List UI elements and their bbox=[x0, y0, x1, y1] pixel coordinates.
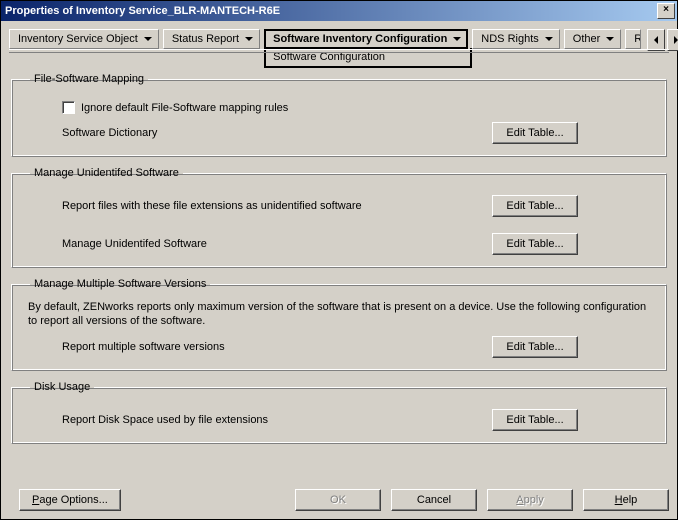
tab-scroll-left[interactable] bbox=[647, 29, 665, 51]
versions-description: By default, ZENworks reports only maximu… bbox=[28, 300, 652, 328]
footer-buttons: Page Options... OK Cancel Apply Help bbox=[9, 489, 669, 511]
row-report-multiple: Report multiple software versions Edit T… bbox=[62, 336, 656, 358]
report-disk-label: Report Disk Space used by file extension… bbox=[62, 414, 268, 426]
tab-underline bbox=[9, 49, 669, 53]
tab-label: Status Report bbox=[172, 33, 239, 45]
edit-table-button[interactable]: Edit Table... bbox=[492, 195, 578, 217]
close-button[interactable]: × bbox=[657, 3, 675, 19]
row-report-files: Report files with these file extensions … bbox=[62, 195, 656, 217]
row-ignore-default: Ignore default File-Software mapping rul… bbox=[62, 101, 656, 114]
page-options-button[interactable]: Page Options... bbox=[19, 489, 121, 511]
group-disk-usage: Disk Usage Report Disk Space used by fil… bbox=[11, 381, 667, 444]
chevron-down-icon bbox=[606, 37, 614, 41]
tab-software-inventory-configuration-group: Software Inventory Configuration Softwar… bbox=[264, 29, 472, 68]
row-software-dictionary: Software Dictionary Edit Table... bbox=[62, 122, 656, 144]
cancel-button[interactable]: Cancel bbox=[391, 489, 477, 511]
report-multiple-label: Report multiple software versions bbox=[62, 341, 225, 353]
software-dictionary-label: Software Dictionary bbox=[62, 127, 157, 139]
ignore-default-label: Ignore default File-Software mapping rul… bbox=[81, 102, 288, 114]
group-manage-unidentified: Manage Unidentifed Software Report files… bbox=[11, 167, 667, 268]
chevron-down-icon bbox=[144, 37, 152, 41]
group-manage-versions: Manage Multiple Software Versions By def… bbox=[11, 278, 667, 371]
content-panel: File-Software Mapping Ignore default Fil… bbox=[11, 73, 667, 477]
tab-label: Right bbox=[634, 33, 641, 45]
tab-scroll-right[interactable] bbox=[667, 29, 678, 51]
tab-label: Other bbox=[573, 33, 601, 45]
group-legend: Disk Usage bbox=[30, 381, 94, 393]
ok-button[interactable]: OK bbox=[295, 489, 381, 511]
chevron-left-icon bbox=[654, 36, 658, 44]
tab-rights-truncated[interactable]: Right bbox=[625, 29, 641, 49]
chevron-down-icon bbox=[453, 37, 461, 41]
tab-scroll-buttons bbox=[645, 29, 678, 51]
apply-button[interactable]: Apply bbox=[487, 489, 573, 511]
ignore-default-checkbox[interactable] bbox=[62, 101, 75, 114]
tab-label: NDS Rights bbox=[481, 33, 538, 45]
chevron-down-icon bbox=[545, 37, 553, 41]
help-button[interactable]: Help bbox=[583, 489, 669, 511]
tabstrip: Inventory Service Object Status Report S… bbox=[1, 21, 677, 68]
window-title: Properties of Inventory Service_BLR-MANT… bbox=[5, 5, 280, 17]
tab-software-inventory-configuration[interactable]: Software Inventory Configuration bbox=[264, 29, 468, 49]
group-file-software-mapping: File-Software Mapping Ignore default Fil… bbox=[11, 73, 667, 157]
tab-label: Software Inventory Configuration bbox=[273, 33, 447, 45]
manage-unidentified-label: Manage Unidentifed Software bbox=[62, 238, 207, 250]
edit-table-button[interactable]: Edit Table... bbox=[492, 122, 578, 144]
group-legend: Manage Unidentifed Software bbox=[30, 167, 183, 179]
row-manage-unidentified: Manage Unidentifed Software Edit Table..… bbox=[62, 233, 656, 255]
titlebar: Properties of Inventory Service_BLR-MANT… bbox=[1, 1, 677, 21]
tab-label: Inventory Service Object bbox=[18, 33, 138, 45]
tab-inventory-service-object[interactable]: Inventory Service Object bbox=[9, 29, 159, 49]
tab-other[interactable]: Other bbox=[564, 29, 622, 49]
tab-status-report[interactable]: Status Report bbox=[163, 29, 260, 49]
edit-table-button[interactable]: Edit Table... bbox=[492, 233, 578, 255]
tab-nds-rights[interactable]: NDS Rights bbox=[472, 29, 559, 49]
chevron-down-icon bbox=[245, 37, 253, 41]
row-report-disk: Report Disk Space used by file extension… bbox=[62, 409, 656, 431]
edit-table-button[interactable]: Edit Table... bbox=[492, 336, 578, 358]
chevron-right-icon bbox=[674, 36, 678, 44]
properties-dialog: Properties of Inventory Service_BLR-MANT… bbox=[0, 0, 678, 520]
report-files-label: Report files with these file extensions … bbox=[62, 200, 362, 212]
group-legend: File-Software Mapping bbox=[30, 73, 148, 85]
group-legend: Manage Multiple Software Versions bbox=[30, 278, 210, 290]
edit-table-button[interactable]: Edit Table... bbox=[492, 409, 578, 431]
